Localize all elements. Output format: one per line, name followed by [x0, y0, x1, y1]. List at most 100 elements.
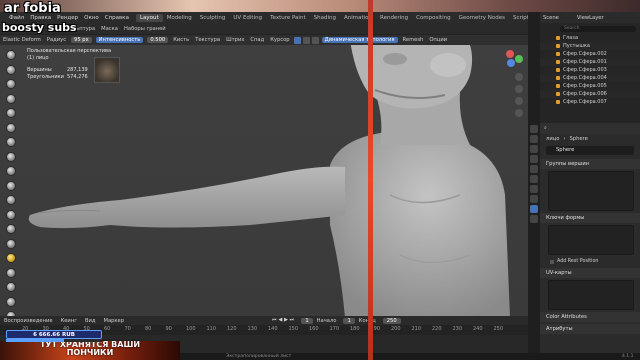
tab-modeling[interactable]: Modeling — [163, 14, 196, 22]
inflate-brush-icon[interactable] — [6, 122, 16, 133]
outliner-item[interactable]: Пустышка — [540, 42, 640, 50]
vertex-groups-list[interactable] — [548, 171, 634, 211]
section-shape-keys[interactable]: Ключи формы — [540, 213, 640, 223]
pose-brush-icon[interactable] — [6, 296, 16, 307]
stream-side-decoration — [368, 0, 373, 360]
outliner-search-input[interactable]: Search — [560, 26, 636, 32]
outliner-item[interactable]: Сфер.Сфера.002 — [540, 50, 640, 58]
crease-brush-icon[interactable] — [6, 151, 16, 162]
menu-playback[interactable]: Воспроизведение — [0, 318, 57, 324]
symmetry-y-icon[interactable] — [302, 36, 310, 44]
physics-tab-icon[interactable] — [530, 195, 538, 203]
draw-sharp-brush-icon[interactable] — [6, 64, 16, 75]
outliner-item[interactable]: Сфер.Сфера.003 — [540, 66, 640, 74]
tab-rendering[interactable]: Rendering — [376, 14, 412, 22]
menu-cursor[interactable]: Курсор — [267, 37, 292, 43]
clay-brush-icon[interactable] — [6, 79, 16, 89]
tab-geometry-nodes[interactable]: Geometry Nodes — [455, 14, 509, 22]
brush-name[interactable]: Elastic Deform — [0, 37, 44, 43]
section-color-attributes[interactable]: Color Attributes — [540, 312, 640, 322]
grab-brush-icon[interactable] — [6, 238, 16, 249]
properties-search[interactable]: ⌕ — [540, 123, 640, 134]
start-frame-field[interactable]: 1 — [343, 317, 355, 324]
menu-stroke[interactable]: Штрих — [223, 37, 247, 43]
menu-window[interactable]: Окно — [81, 15, 102, 21]
menu-keying[interactable]: Кеинг — [57, 318, 81, 324]
outliner-item[interactable]: Сфер.Сфера.001 — [540, 58, 640, 66]
output-tab-icon[interactable] — [530, 145, 538, 153]
pinch-brush-icon[interactable] — [6, 224, 16, 234]
elastic-deform-brush-icon[interactable] — [6, 253, 16, 263]
object-tab-icon[interactable] — [530, 175, 538, 183]
section-uv-maps[interactable]: UV-карты — [540, 268, 640, 278]
donation-progress-fill — [6, 339, 64, 342]
navigation-gizmo[interactable] — [500, 47, 528, 122]
menu-face-sets[interactable]: Наборы граней — [121, 26, 169, 32]
outliner-item[interactable]: Сфер.Сфера.004 — [540, 74, 640, 82]
tab-texture-paint[interactable]: Texture Paint — [266, 14, 310, 22]
tool-tab-icon[interactable] — [530, 125, 538, 133]
tab-shading[interactable]: Shading — [310, 14, 340, 22]
version-label: 4.1.1 — [622, 354, 634, 359]
menu-falloff[interactable]: Спад — [247, 37, 267, 43]
flatten-brush-icon[interactable] — [6, 180, 16, 191]
end-frame-field[interactable]: 250 — [382, 317, 401, 324]
menu-view[interactable]: Вид — [81, 318, 100, 324]
menu-marker[interactable]: Маркер — [99, 318, 128, 324]
menu-help[interactable]: Справка — [102, 15, 132, 21]
tab-uv-editing[interactable]: UV Editing — [229, 14, 266, 22]
timeline-tick: 240 — [473, 326, 483, 332]
viewlayer-name[interactable]: ViewLayer — [574, 15, 607, 21]
symmetry-z-icon[interactable] — [311, 36, 319, 44]
render-tab-icon[interactable] — [530, 135, 538, 143]
mesh-name-field[interactable]: Sphere — [546, 146, 634, 155]
draw-brush-icon[interactable] — [6, 50, 16, 60]
sculpt-model — [28, 45, 510, 317]
outliner-item[interactable]: Глаза — [540, 34, 640, 42]
modifier-tab-icon[interactable] — [530, 185, 538, 193]
breadcrumb-mesh: Sphere — [569, 136, 588, 142]
section-vertex-groups[interactable]: Группы вершин — [540, 159, 640, 169]
object-icon — [556, 100, 560, 104]
stream-subtitle: boosty subs — [2, 21, 77, 34]
data-tab-icon[interactable] — [530, 205, 538, 213]
verts-value: 287,139 — [67, 67, 88, 73]
tab-compositing[interactable]: Compositing — [412, 14, 454, 22]
add-rest-position-checkbox[interactable]: Add Rest Position — [540, 257, 640, 266]
section-attributes[interactable]: Атрибуты — [540, 324, 640, 334]
uv-maps-list[interactable] — [548, 280, 634, 310]
layer-brush-icon[interactable] — [6, 108, 16, 118]
menu-mask[interactable]: Маска — [98, 26, 121, 32]
material-tab-icon[interactable] — [530, 215, 538, 223]
radius-field[interactable]: 95 px — [71, 37, 92, 43]
3d-viewport[interactable] — [0, 45, 528, 317]
thumb-brush-icon[interactable] — [6, 282, 16, 292]
smooth-brush-icon[interactable] — [6, 166, 16, 176]
outliner-item[interactable]: Сфер.Сфера.007 — [540, 98, 640, 106]
scene-tab-icon[interactable] — [530, 155, 538, 163]
strength-label[interactable]: Интенсивность — [95, 37, 144, 43]
outliner-side-strip — [528, 12, 540, 123]
outliner-item[interactable]: Сфер.Сфера.005 — [540, 82, 640, 90]
menu-texture[interactable]: Текстура — [192, 37, 223, 43]
dyntopo-checkbox[interactable]: Динамическая топология — [321, 37, 398, 43]
timeline-tick: 170 — [329, 326, 340, 332]
symmetry-x-icon[interactable] — [293, 36, 301, 44]
current-frame-field[interactable]: 1 — [301, 317, 313, 324]
tab-layout[interactable]: Layout — [135, 13, 163, 22]
shape-keys-list[interactable] — [548, 225, 634, 255]
strength-field[interactable]: 0.500 — [147, 37, 169, 43]
menu-brush[interactable]: Кисть — [170, 37, 192, 43]
playback-controls-icon[interactable]: ⏮ ◀ ▶ ⏭ — [268, 317, 298, 324]
fill-brush-icon[interactable] — [6, 195, 16, 205]
world-tab-icon[interactable] — [530, 165, 538, 173]
clay-strips-brush-icon[interactable] — [6, 93, 16, 104]
options-menu[interactable]: Опции — [426, 37, 450, 43]
scrape-brush-icon[interactable] — [6, 209, 16, 220]
blob-brush-icon[interactable] — [6, 137, 16, 147]
tab-sculpting[interactable]: Sculpting — [196, 14, 230, 22]
snake-hook-brush-icon[interactable] — [6, 267, 16, 278]
scene-name[interactable]: Scene — [540, 15, 562, 21]
outliner-item[interactable]: Сфер.Сфера.006 — [540, 90, 640, 98]
remesh-menu[interactable]: Remesh — [400, 37, 427, 43]
